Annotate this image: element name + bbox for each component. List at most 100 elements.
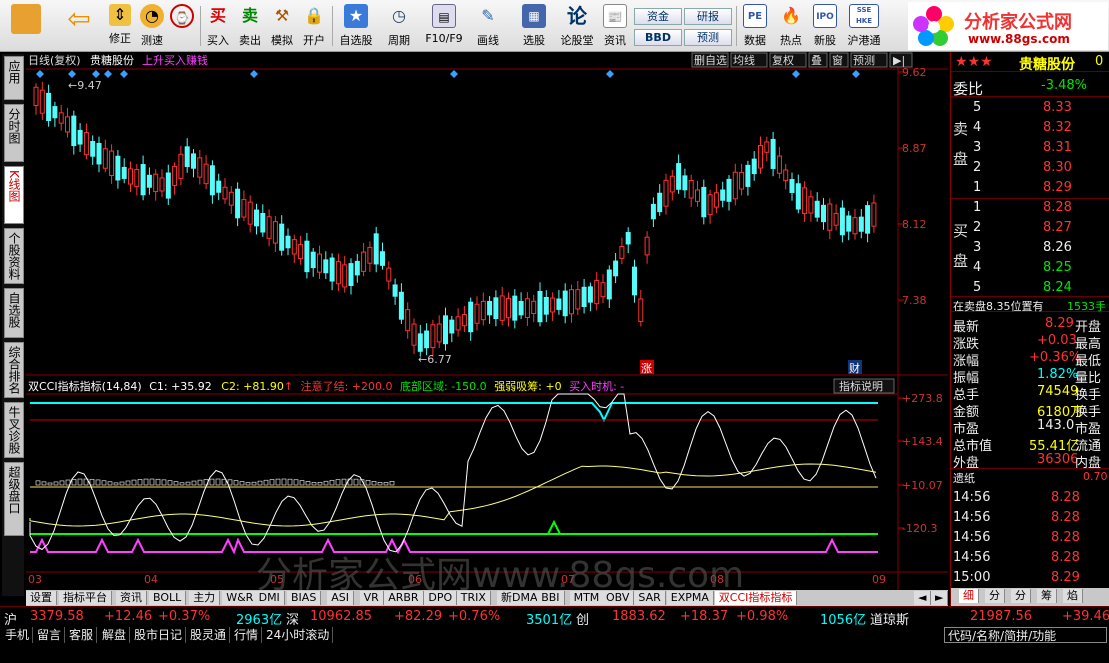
side-tab-watchlist[interactable]: 自选股 [4,288,24,338]
indicator-tab-6[interactable]: DMI [254,591,285,605]
indicator-tab-8[interactable]: ASI [327,591,354,605]
candle-body [795,183,801,210]
draw-line-button[interactable]: ✎ 画线 [470,4,506,50]
forecast-button[interactable]: 预测 [684,29,732,46]
indicator-tab-14[interactable]: BBI [537,591,565,605]
indicator-tab-1[interactable]: 指标平台 [59,591,112,605]
candle-body [455,316,461,331]
side-tab-intraday[interactable]: 分时图 [4,104,24,162]
forum-button[interactable]: 论论股堂 [560,4,594,50]
tab-scroll-right-icon[interactable]: ► [931,591,949,605]
side-tab-app[interactable]: 应用 [4,56,24,100]
market-link[interactable]: 行情 [231,627,263,643]
period-button[interactable]: ◷ 周期 [380,4,418,50]
sell-button[interactable]: 卖卖出 [236,4,264,50]
hammer-icon: ⚒ [274,6,290,25]
indicator-tab-4[interactable]: 主力 [189,591,221,605]
weibi-value: -3.48% [1041,78,1087,93]
candle-body [398,291,404,320]
candle-body [424,330,430,349]
side-tab-super-level2[interactable]: 超级盘口 [4,462,24,536]
indicator-tab-2[interactable]: 资讯 [116,591,147,605]
fund-button[interactable]: 资金 [634,8,682,25]
indicator-tab-10[interactable]: ARBR [384,591,424,605]
candle-body [531,300,537,315]
quote-tab-2[interactable]: 分 [1011,589,1031,603]
indicator-tab-13[interactable]: 新DMA [497,591,543,605]
candle-body [241,199,247,218]
gulingtong-link[interactable]: 股灵通 [187,627,231,643]
candle-body [783,169,789,182]
candle-body [367,246,373,264]
hk-connect-button[interactable]: SSE HKE 沪港通 [844,4,884,50]
code-search-input[interactable]: 代码/名称/简拼/功能 [944,627,1107,643]
indicator-tab-0[interactable]: 设置 [26,591,57,605]
indicator-tab-19[interactable]: 双CCI指标指标 [714,591,798,605]
diary-link[interactable]: 股市日记 [131,627,187,643]
indicator-tab-12[interactable]: TRIX [456,591,491,605]
ipo-button[interactable]: IPO 新股 [810,4,840,50]
buy-price-4: 8.25 [1043,260,1072,275]
open-account-button[interactable]: 🔒 开户 [300,4,328,50]
clock-button[interactable]: ⌚测速 [168,4,196,50]
stock-picker-button[interactable]: ▦ 选股 [514,4,554,50]
bar-mark [221,478,227,486]
fix-button[interactable]: ⇕ 修正 [106,4,134,50]
side-tab-diagnosis[interactable]: 牛叉诊股 [4,402,24,458]
buy-button[interactable]: 买买入 [204,4,232,50]
bar-mark [143,478,149,486]
rolling-news-link[interactable]: 24小时滚动 [263,627,334,643]
message-link[interactable]: 留言 [34,627,66,643]
candle-body [858,216,864,232]
analysis-link[interactable]: 解盘 [99,627,131,643]
indicator-tab-15[interactable]: MTM [569,591,605,605]
grid-button[interactable] [6,4,46,50]
back-button[interactable]: ⇦ [62,4,96,50]
mobile-link[interactable]: 手机 [2,627,34,643]
bbd-button[interactable]: BBD [634,29,682,46]
research-button[interactable]: 研报 [684,8,732,25]
simulate-button[interactable]: ⚒ 模拟 [268,4,296,50]
quote-tab-4[interactable]: 焰 [1063,589,1083,603]
candle-body [153,173,159,193]
watchlist-button[interactable]: ★ 自选股 [336,4,376,50]
side-tab-kline[interactable]: K线图 [4,166,24,224]
indicator-tab-18[interactable]: EXPMA [666,591,714,605]
side-tab-ranking[interactable]: 综合排名 [4,342,24,398]
candle-body [65,116,70,133]
candle-body [550,297,556,313]
kline-chart-area[interactable]: 日线(复权) 贵糖股份 上升买入赚钱 删自选 均线 复权叠窗预测 ▶| 9.62 8.8… [26,52,948,596]
side-tab-profile[interactable]: 个股资料 [4,228,24,284]
indicator-tab-9[interactable]: VR [359,591,384,605]
chart-period-label: 日线(复权) [28,53,81,67]
f10-button[interactable]: ▤ F10/F9 [422,4,466,50]
bar-mark [281,478,287,486]
candle-body [594,280,600,305]
indicator-tab-7[interactable]: BIAS [287,591,322,605]
tick-price-4: 8.29 [1051,570,1080,585]
hot-button[interactable]: 🔥 热点 [776,4,806,50]
quote-tab-3[interactable]: 筹 [1037,589,1057,603]
news-button[interactable]: 📰 资讯 [600,4,630,50]
candle-body [808,196,814,214]
indicator-tab-16[interactable]: OBV [602,591,635,605]
cai-marker-label: 财 [849,361,860,375]
indicator-tab-5[interactable]: W&R [222,591,259,605]
tick-price-2: 8.28 [1051,530,1080,545]
bar-mark [155,478,161,486]
kline-chart-svg[interactable]: 日线(复权) 贵糖股份 上升买入赚钱 删自选 均线 复权叠窗预测 ▶| 9.628.8… [26,52,948,596]
indicator-tab-11[interactable]: DPO [424,591,458,605]
indicator-tab-3[interactable]: BOLL [149,591,187,605]
service-link[interactable]: 客服 [66,627,98,643]
signal-diamond-4 [120,70,128,78]
quote-tab-1[interactable]: 分 [985,589,1005,603]
indicator-tab-17[interactable]: SAR [634,591,666,605]
data-button[interactable]: PE 数据 [740,4,770,50]
candle-body [587,286,593,303]
month-label-0: 03 [28,573,42,586]
quote-tab-0[interactable]: 细 [959,589,979,603]
candle-body [865,205,871,234]
sell-price-4: 8.32 [1043,120,1072,135]
tab-scroll-left-icon[interactable]: ◄ [914,591,932,605]
speedtest-button[interactable]: ◔ 测速 [138,4,166,50]
